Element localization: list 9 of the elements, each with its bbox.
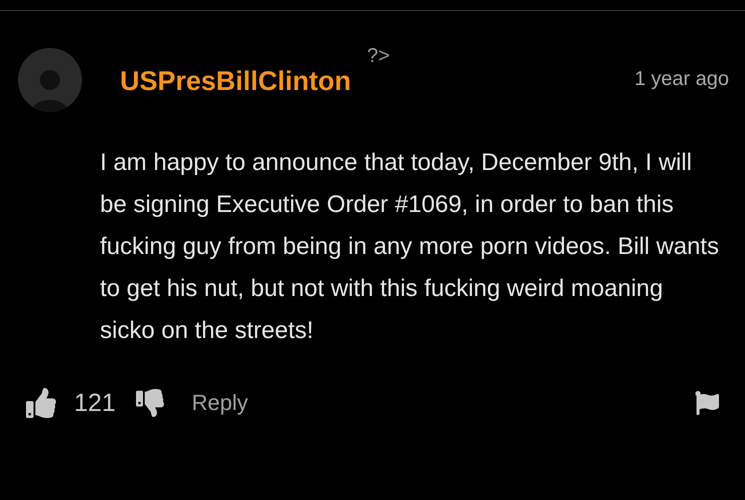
comment-text: I am happy to announce that today, December 9th, I will be signing Executive Order #1069, in order to ban this fucking guy from being in any more porn videos. Bill wants to get his nut, but not with this fucking weird moaning sicko on the streets! (100, 148, 720, 346)
timestamp: 1 year ago (634, 69, 729, 89)
reply-button[interactable]: Reply (192, 392, 248, 414)
thumbs-up-button[interactable] (26, 388, 56, 418)
flag-button[interactable] (695, 391, 719, 415)
username-link[interactable]: USPresBillClinton (120, 68, 352, 95)
like-count: 121 (74, 390, 116, 416)
marker-text: ?> (367, 46, 390, 66)
thumbs-down-button[interactable] (136, 389, 164, 417)
